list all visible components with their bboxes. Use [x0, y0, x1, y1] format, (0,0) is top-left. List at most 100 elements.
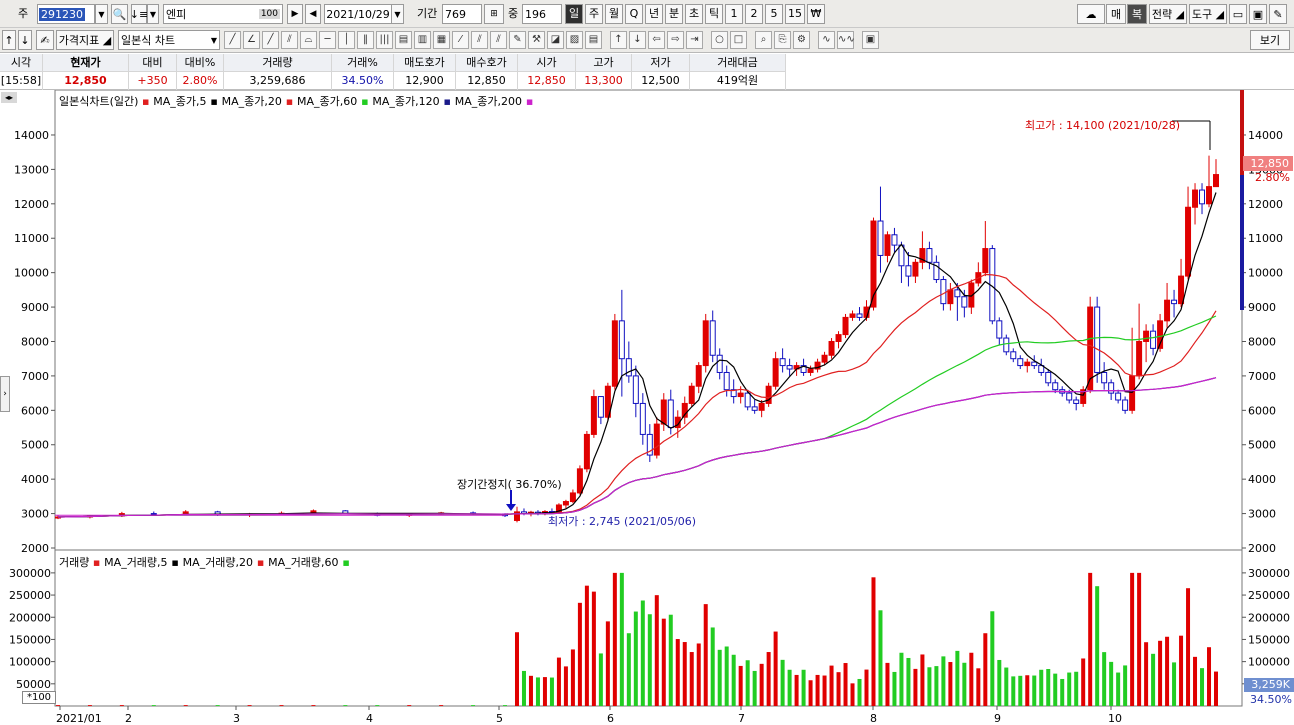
vertical-line-icon[interactable]: │	[338, 31, 355, 49]
volume-tick-label-left-0: 50000	[16, 678, 51, 691]
period-button-0[interactable]: 일	[565, 4, 583, 24]
period-button-2[interactable]: 월	[605, 4, 623, 24]
price-tick-label-left-5: 7000	[21, 370, 49, 383]
triple-line-icon[interactable]: |||	[376, 31, 393, 49]
grid-settings-icon[interactable]: ⊞	[484, 4, 504, 24]
period-button-5[interactable]: 분	[665, 4, 683, 24]
fibo-icon[interactable]: ▤	[395, 31, 412, 49]
sort-icon[interactable]: ↓≡	[130, 4, 148, 24]
volume-bar-13	[471, 705, 476, 706]
volume-bar-98	[1095, 586, 1100, 706]
change-percent-tag: 2.80%	[1255, 171, 1290, 184]
candle-body-45	[723, 371, 730, 391]
channel2-icon[interactable]: ⫽	[490, 31, 507, 49]
view-button[interactable]: 보기	[1250, 30, 1290, 50]
date-dropdown-button[interactable]: ▼	[391, 4, 404, 24]
volume-bar-46	[731, 654, 736, 706]
code-dropdown-button[interactable]: ▼	[95, 4, 108, 24]
search-icon[interactable]: 🔍	[111, 4, 128, 24]
sell-buy-button[interactable]: 매	[1106, 4, 1126, 24]
scroll-down-icon[interactable]: ↓	[18, 30, 32, 50]
zoom-icon[interactable]: ⌕	[755, 31, 772, 49]
info-header-0: 시각	[0, 54, 43, 72]
cloud-icon[interactable]: ☁	[1077, 4, 1105, 24]
period-button-7[interactable]: 틱	[705, 4, 723, 24]
angle-line-icon[interactable]: ∠	[243, 31, 260, 49]
wave2-icon[interactable]: ∿∿	[837, 31, 855, 49]
candle-body-113	[1199, 189, 1206, 205]
volume-bar-59	[822, 675, 827, 706]
left-scroll-handle[interactable]: ›	[0, 376, 10, 412]
tools-menu-button[interactable]: 도구 ◢	[1189, 4, 1227, 24]
volume-scale-box: *100	[22, 691, 56, 704]
save-disk-icon[interactable]: ▣	[1249, 4, 1267, 24]
wrench-icon[interactable]: ✎	[1269, 4, 1287, 24]
volume-tick-label-right-3: 200000	[1248, 611, 1290, 624]
period-button-11[interactable]: 15	[785, 4, 805, 24]
candle-body-74	[926, 248, 933, 263]
hatch-icon[interactable]: ▨	[566, 31, 583, 49]
fibo2-icon[interactable]: ▥	[414, 31, 431, 49]
move-up-icon[interactable]: ↑	[610, 31, 627, 49]
price-indicator-button[interactable]: 가격지표 ◢	[56, 30, 114, 50]
grid-tool-icon[interactable]: ▦	[433, 31, 450, 49]
move-right-icon[interactable]: ⇨	[667, 31, 684, 49]
settings-icon[interactable]: ⚙	[793, 31, 810, 49]
scroll-up-icon[interactable]: ↑	[2, 30, 16, 50]
candle-body-50	[758, 402, 765, 411]
candle-body-61	[835, 334, 842, 342]
table-tool-icon[interactable]: ▤	[585, 31, 602, 49]
wave-icon[interactable]: ∿	[818, 31, 835, 49]
stock-code-input[interactable]: 291230	[37, 4, 95, 24]
period-button-8[interactable]: 1	[725, 4, 743, 24]
arc-icon[interactable]: ⌓	[300, 31, 317, 49]
sort-dropdown-button[interactable]: ▼	[147, 4, 159, 24]
info-value-5: 34.50%	[332, 72, 394, 90]
volume-bar-94	[1067, 672, 1072, 706]
period-button-4[interactable]: 년	[645, 4, 663, 24]
copy-icon[interactable]: ⎘	[774, 31, 791, 49]
strategy-menu-button[interactable]: 전략 ◢	[1149, 4, 1187, 24]
period-button-12[interactable]: ₩	[807, 4, 825, 24]
trendline-icon[interactable]: ╱	[224, 31, 241, 49]
circle-icon[interactable]: ○	[711, 31, 728, 49]
candle-body-23	[569, 492, 576, 503]
period-button-6[interactable]: 초	[685, 4, 703, 24]
chart-type-select[interactable]: 일본식 차트 ▼	[118, 30, 220, 50]
parallel-icon[interactable]: ⫽	[281, 31, 298, 49]
period-button-10[interactable]: 5	[765, 4, 783, 24]
overlap-input[interactable]: 196	[522, 4, 562, 24]
channel-icon[interactable]: ⫽	[471, 31, 488, 49]
volume-bar-84	[997, 659, 1002, 706]
rect-icon[interactable]: □	[730, 31, 747, 49]
slash-tool-icon[interactable]: ⁄	[452, 31, 469, 49]
volume-tick-label-left-5: 300000	[9, 567, 51, 580]
prev-arrow-icon[interactable]: ◀	[305, 4, 321, 24]
price-legend-item-3: ▪ MA_종가,120	[357, 95, 440, 108]
next-arrow-icon[interactable]: ▶	[287, 4, 303, 24]
open-folder-icon[interactable]: ▭	[1229, 4, 1247, 24]
eraser-icon[interactable]: ⚒	[528, 31, 545, 49]
chart-svg[interactable]: 2000 2000 3000 3000 4000 4000 5000 5000 6000 6000…	[0, 90, 1294, 725]
stock-name-field[interactable]: 엔피 100	[163, 4, 283, 24]
period-input[interactable]: 769	[442, 4, 482, 24]
move-left-icon[interactable]: ⇦	[648, 31, 665, 49]
price-tick-label-right-3: 5000	[1248, 439, 1276, 452]
multi-chart-button[interactable]: 복	[1127, 4, 1147, 24]
candle-body-24	[576, 468, 583, 494]
ray-icon[interactable]: ╱	[262, 31, 279, 49]
period-button-9[interactable]: 2	[745, 4, 763, 24]
fill-icon[interactable]: ◪	[547, 31, 564, 49]
period-button-1[interactable]: 주	[585, 4, 603, 24]
horizontal-line-icon[interactable]: ─	[319, 31, 336, 49]
align-icon[interactable]: ⇥	[686, 31, 703, 49]
period-button-3[interactable]: Q	[625, 4, 643, 24]
edit-icon[interactable]: ✍	[36, 30, 54, 50]
pen-icon[interactable]: ✎	[509, 31, 526, 49]
volume-bar-23	[570, 649, 575, 706]
date-input[interactable]: 2021/10/29	[324, 4, 392, 24]
expand-toggle[interactable]: ◂▸	[1, 92, 17, 103]
export-icon[interactable]: ▣	[862, 31, 879, 49]
move-down-icon[interactable]: ↓	[629, 31, 646, 49]
double-line-icon[interactable]: ‖	[357, 31, 374, 49]
